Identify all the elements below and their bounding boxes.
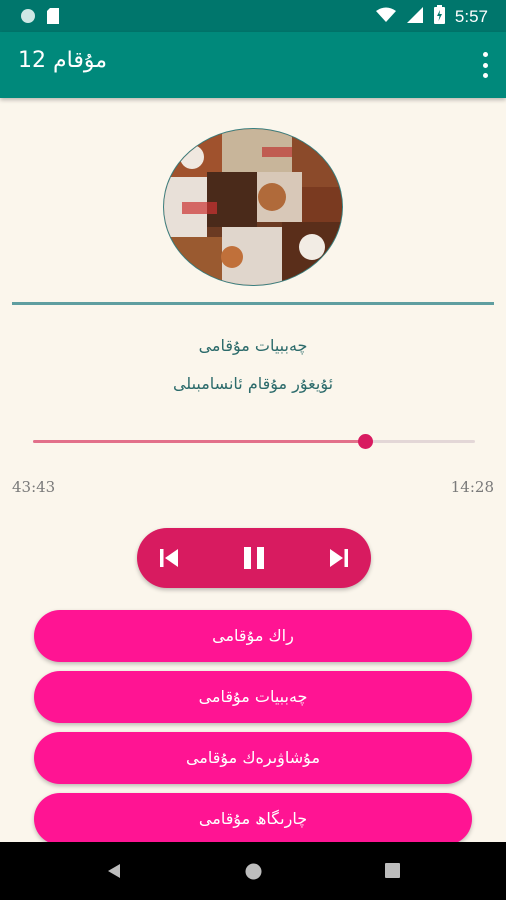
status-left-icons [20,7,60,29]
recents-icon[interactable] [385,863,400,882]
app-bar: 12 مۇقام [0,32,506,98]
status-right-icons: 5:57 [375,5,488,29]
playlist-item[interactable]: راك مۇقامى [34,610,472,662]
skip-next-icon[interactable] [324,543,354,573]
sd-card-icon [46,7,60,29]
divider [12,302,494,305]
overflow-menu-icon[interactable] [480,52,490,78]
wifi-icon [375,7,396,28]
time-left: 43:43 [12,478,56,496]
nav-bar [0,842,506,900]
pause-icon[interactable] [239,543,269,573]
track-title: چەببيات مۇقامى [198,336,308,355]
back-icon[interactable] [106,863,122,883]
track-artist: ئۇيغۇر مۇقام ئانسامبىلى [172,374,334,393]
seek-bar-thumb[interactable] [357,434,373,449]
playlist-item[interactable]: مۇشاۋىرەك مۇقامى [34,732,472,784]
status-bar: 5:57 [0,0,506,32]
app-title: 12 مۇقام [18,48,107,73]
seek-bar-progress [33,440,365,443]
album-art [162,127,344,287]
playlist-item[interactable]: چارىگاھ مۇقامى [34,793,472,845]
skip-previous-icon[interactable] [154,543,184,573]
time-right: 14:28 [450,478,494,496]
home-icon[interactable] [245,863,262,884]
circle-notification-icon [20,8,36,28]
seek-bar[interactable] [33,434,475,449]
clock: 5:57 [454,7,488,26]
battery-icon [433,5,445,29]
playlist-item[interactable]: چەببيات مۇقامى [34,671,472,723]
playback-controls [137,528,371,588]
signal-icon [406,6,424,29]
